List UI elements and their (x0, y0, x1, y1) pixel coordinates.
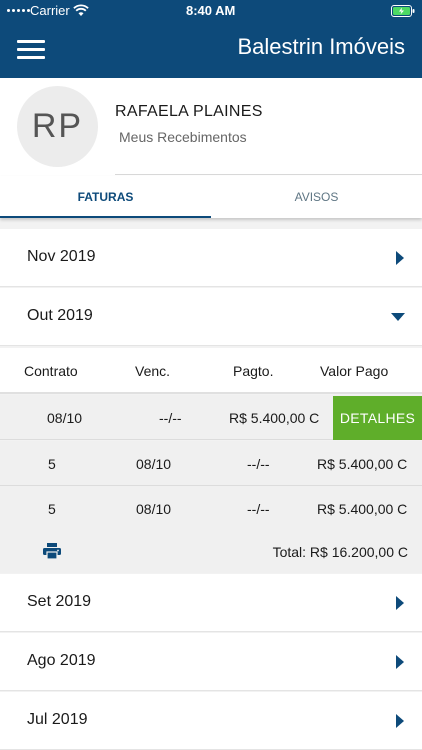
user-subtitle: Meus Recebimentos (119, 129, 247, 145)
chevron-right-icon (396, 596, 404, 610)
table-row: 08/10 --/-- R$ 5.400,00 C DETALHES (0, 395, 422, 440)
cell-pagto: --/-- (247, 501, 270, 517)
month-row-set-2019[interactable]: Set 2019 (0, 574, 422, 632)
month-label: Out 2019 (27, 307, 93, 324)
total-row: Total: R$ 16.200,00 C (0, 530, 422, 573)
month-label: Jul 2019 (27, 711, 88, 728)
cell-pagto: --/-- (247, 456, 270, 472)
wifi-icon (73, 4, 89, 16)
cell-venc: 08/10 (136, 456, 172, 472)
table-header: Contrato Venc. Pagto. Valor Pago (0, 348, 422, 394)
table-row: 5 08/10 --/-- R$ 5.400,00 C (0, 486, 422, 531)
column-header-pagto: Pagto. (233, 363, 274, 379)
carrier-label: Carrier (30, 3, 70, 18)
table-row: 5 08/10 --/-- R$ 5.400,00 C (0, 441, 422, 486)
cell-contrato: 5 (48, 456, 56, 472)
total-amount: Total: R$ 16.200,00 C (272, 544, 408, 560)
tab-bar: FATURAS AVISOS (0, 176, 422, 218)
details-button[interactable]: DETALHES (333, 396, 422, 440)
app-header: Carrier 8:40 AM Balestrin Imóveis (0, 0, 422, 78)
clock-time: 8:40 AM (186, 3, 236, 18)
column-header-venc: Venc. (135, 363, 171, 379)
status-bar: Carrier 8:40 AM (0, 0, 422, 22)
chevron-right-icon (396, 251, 404, 265)
month-row-jul-2019[interactable]: Jul 2019 (0, 692, 422, 750)
user-name: RAFAELA PLAINES (115, 103, 263, 120)
chevron-right-icon (396, 714, 404, 728)
cell-venc: --/-- (159, 410, 182, 426)
divider (115, 174, 422, 175)
month-label: Set 2019 (27, 593, 92, 610)
cell-valor-pago: R$ 5.400,00 C (317, 456, 408, 472)
signal-icon (7, 9, 30, 12)
cell-contrato: 08/10 (47, 410, 83, 426)
column-header-valor-pago: Valor Pago (320, 363, 389, 379)
month-label: Ago 2019 (27, 652, 96, 669)
active-tab-indicator (0, 216, 211, 218)
app-title: Balestrin Imóveis (237, 34, 405, 59)
chevron-down-icon (391, 313, 405, 321)
battery-icon (391, 5, 415, 17)
month-label: Nov 2019 (27, 248, 96, 265)
tab-avisos[interactable]: AVISOS (211, 176, 422, 218)
month-row-ago-2019[interactable]: Ago 2019 (0, 633, 422, 691)
month-row-out-2019[interactable]: Out 2019 (0, 288, 422, 346)
print-icon[interactable] (43, 543, 61, 559)
cell-valor-pago: R$ 5.400,00 C (317, 501, 408, 517)
cell-valor-pago: R$ 5.400,00 C (229, 410, 320, 426)
chevron-right-icon (396, 655, 404, 669)
hamburger-menu-icon[interactable] (17, 38, 45, 60)
column-header-contrato: Contrato (24, 363, 78, 379)
cell-contrato: 5 (48, 501, 56, 517)
avatar: RP (17, 86, 98, 167)
cell-venc: 08/10 (136, 501, 172, 517)
profile-section: RP RAFAELA PLAINES Meus Recebimentos (0, 78, 422, 176)
month-row-nov-2019[interactable]: Nov 2019 (0, 229, 422, 287)
tab-faturas[interactable]: FATURAS (0, 176, 211, 218)
